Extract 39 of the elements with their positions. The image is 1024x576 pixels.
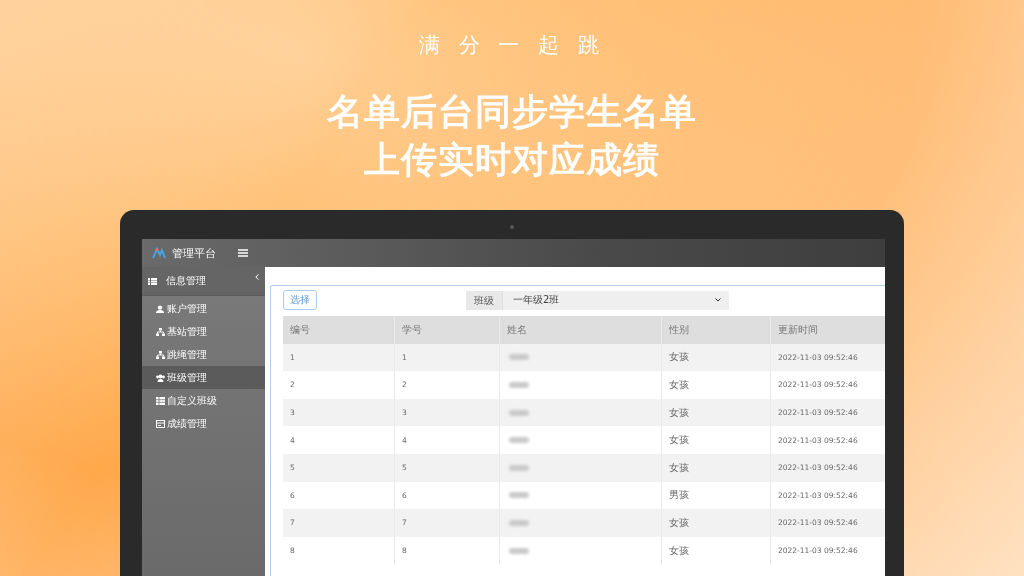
group-label: 信息管理 — [166, 274, 207, 288]
user-icon — [156, 304, 165, 313]
column-header: 性别 — [662, 316, 771, 344]
collapse-icon — [255, 274, 259, 280]
table-cell: 女孩 — [662, 398, 771, 427]
table-cell: 女孩 — [662, 509, 771, 537]
table-icon — [156, 396, 165, 405]
select-button[interactable]: 选择 — [283, 290, 317, 310]
sidebar-item[interactable]: 基站管理 — [142, 320, 265, 343]
app-title: 管理平台 — [172, 245, 216, 261]
card-icon — [156, 419, 165, 428]
table-cell: 女孩 — [662, 371, 771, 399]
class-dropdown[interactable]: 一年级2班 — [502, 290, 729, 310]
sidebar-group[interactable]: 信息管理 — [142, 267, 265, 296]
filter-label: 班级 — [466, 290, 502, 310]
headline: 名单后台同步学生名单 — [327, 90, 697, 134]
sitemap-icon — [156, 327, 165, 336]
sidebar-item[interactable]: 跳绳管理 — [142, 343, 265, 366]
column-header: 编号 — [283, 316, 395, 344]
sidebar-item[interactable]: 账户管理 — [142, 297, 265, 320]
sidebar-item[interactable]: 成绩管理 — [142, 412, 265, 435]
table-cell: 女孩 — [662, 343, 771, 372]
column-header: 更新时间 — [771, 316, 885, 344]
caret-icon — [715, 298, 721, 302]
column-header: 学号 — [395, 316, 500, 344]
list-icon — [148, 277, 157, 285]
table-cell: 女孩 — [662, 453, 771, 482]
column-header: 姓名 — [500, 316, 662, 344]
menu-icon[interactable] — [238, 249, 248, 257]
sitemap-icon — [156, 350, 165, 359]
sidebar-item[interactable]: 自定义班级 — [142, 389, 265, 412]
sidebar-item[interactable]: 班级管理 — [142, 366, 265, 389]
logo-icon — [152, 247, 166, 259]
table-cell: 女孩 — [662, 536, 771, 565]
users-icon — [156, 373, 165, 382]
table-cell: 女孩 — [662, 426, 771, 454]
camera-dot — [510, 225, 514, 229]
headline: 上传实时对应成绩 — [364, 138, 660, 182]
tagline: 满 分 一 起 跳 — [419, 32, 605, 58]
